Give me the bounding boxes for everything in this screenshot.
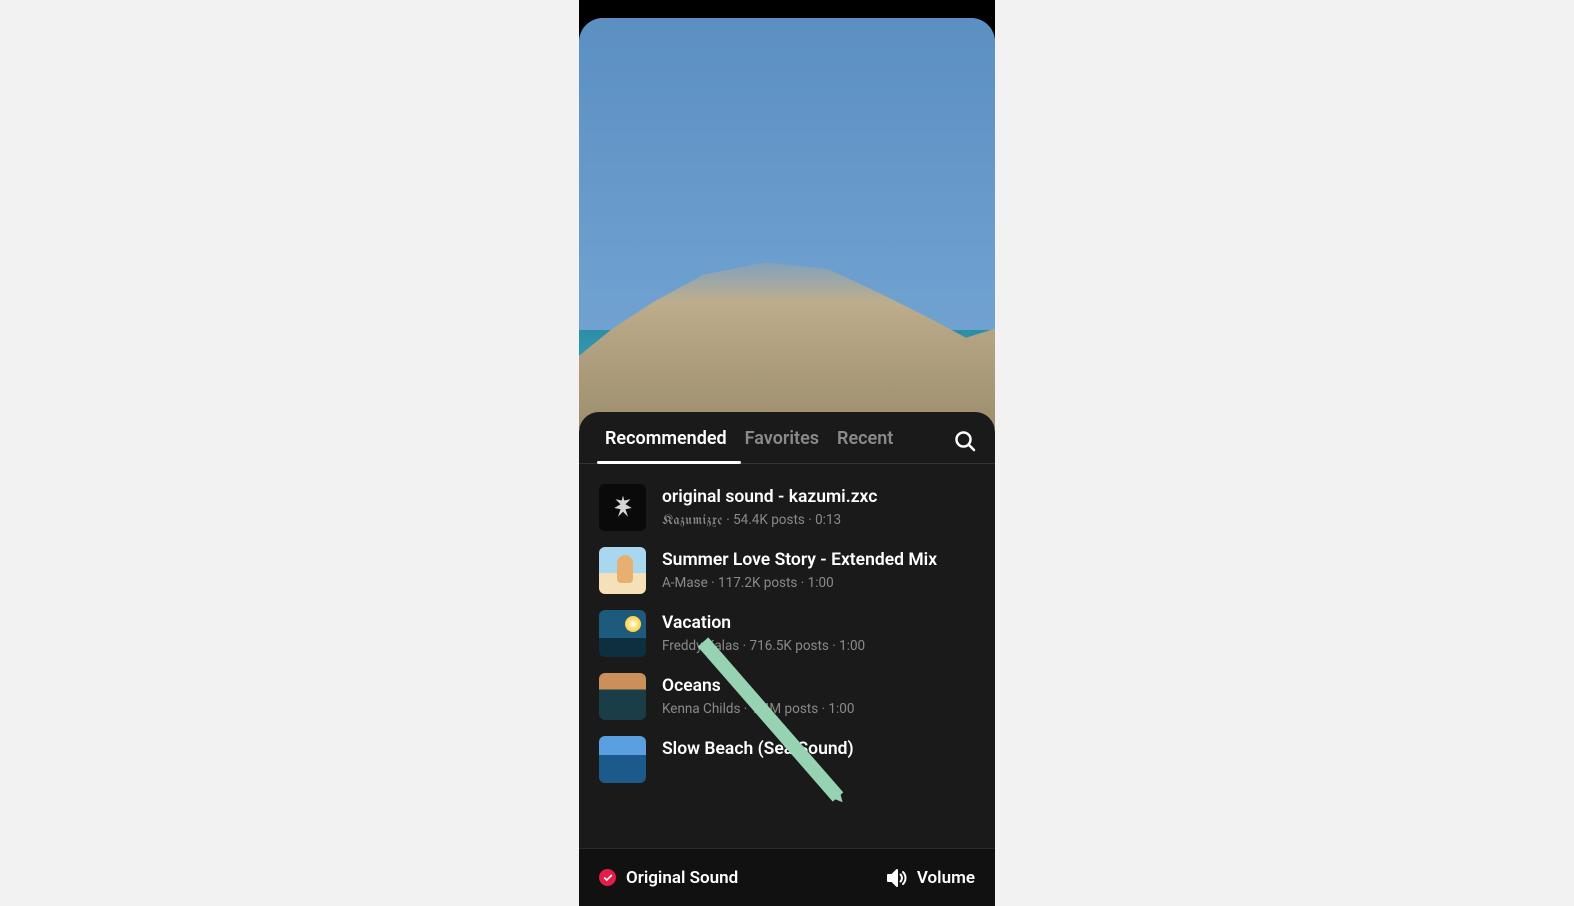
sound-thumb <box>599 610 646 657</box>
volume-button[interactable]: Volume <box>885 866 975 890</box>
sound-row[interactable]: Slow Beach (Sea Sound) x <box>579 728 995 783</box>
sound-meta: A-Mase · 117.2K posts · 1:00 <box>662 575 975 591</box>
sound-picker-sheet: Recommended Favorites Recent original so… <box>579 412 995 906</box>
sound-thumb <box>599 736 646 783</box>
tab-favorites[interactable]: Favorites <box>745 428 819 463</box>
sound-row-text: Vacation Freddy Kalas · 716.5K posts · 1… <box>662 613 975 654</box>
tab-recent[interactable]: Recent <box>837 428 893 463</box>
sound-row[interactable]: Vacation Freddy Kalas · 716.5K posts · 1… <box>579 602 995 665</box>
sound-row-text: original sound - kazumi.zxc Kazumizxc · … <box>662 487 975 528</box>
original-sound-check[interactable] <box>599 869 616 886</box>
sound-row-text: Slow Beach (Sea Sound) x <box>662 739 975 780</box>
check-icon <box>603 873 613 883</box>
phone-frame: Recommended Favorites Recent original so… <box>579 0 995 906</box>
original-sound-label[interactable]: Original Sound <box>626 868 738 888</box>
search-icon <box>953 429 977 453</box>
volume-icon <box>885 866 909 890</box>
search-button[interactable] <box>953 429 977 463</box>
sound-thumb <box>599 673 646 720</box>
tabs-bar: Recommended Favorites Recent <box>579 412 995 464</box>
sound-title: original sound - kazumi.zxc <box>662 487 975 509</box>
sound-title: Summer Love Story - Extended Mix <box>662 550 975 572</box>
sound-list[interactable]: original sound - kazumi.zxc Kazumizxc · … <box>579 464 995 906</box>
tab-recommended[interactable]: Recommended <box>605 428 727 463</box>
sound-row[interactable]: Summer Love Story - Extended Mix A-Mase … <box>579 539 995 602</box>
sound-title: Oceans <box>662 676 975 698</box>
sound-title: Slow Beach (Sea Sound) <box>662 739 975 761</box>
sound-meta: Freddy Kalas · 716.5K posts · 1:00 <box>662 638 975 654</box>
sound-meta: Kenna Childs · 1.4M posts · 1:00 <box>662 701 975 717</box>
sound-row[interactable]: Oceans Kenna Childs · 1.4M posts · 1:00 <box>579 665 995 728</box>
active-tab-underline <box>597 461 741 464</box>
sound-title: Vacation <box>662 613 975 635</box>
sound-thumb <box>599 484 646 531</box>
sound-row-text: Oceans Kenna Childs · 1.4M posts · 1:00 <box>662 676 975 717</box>
sound-thumb <box>599 547 646 594</box>
sound-row[interactable]: original sound - kazumi.zxc Kazumizxc · … <box>579 476 995 539</box>
sound-meta: Kazumizxc · 54.4K posts · 0:13 <box>662 512 975 528</box>
bottom-bar: Original Sound Volume <box>579 848 995 906</box>
sound-row-text: Summer Love Story - Extended Mix A-Mase … <box>662 550 975 591</box>
volume-label: Volume <box>917 868 975 888</box>
